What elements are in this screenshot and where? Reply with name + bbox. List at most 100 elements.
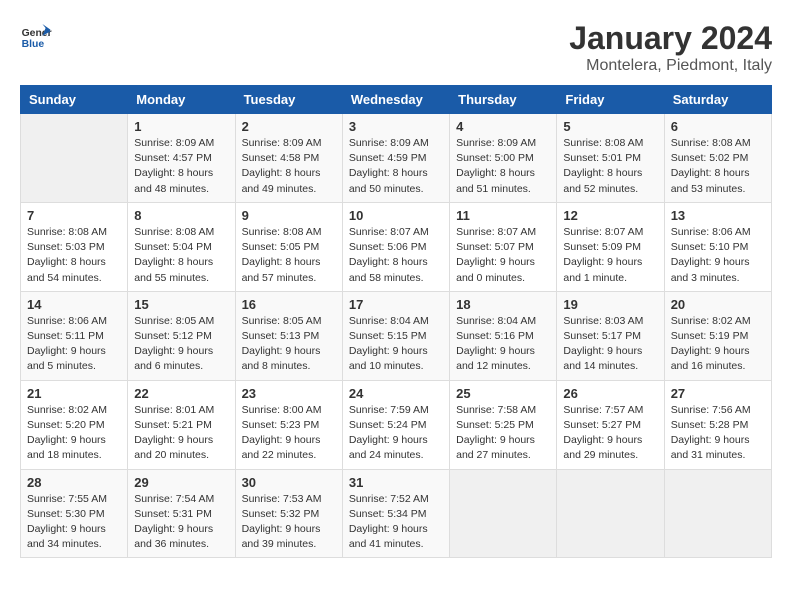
calendar-day: 10Sunrise: 8:07 AMSunset: 5:06 PMDayligh…	[342, 202, 449, 291]
calendar-day: 24Sunrise: 7:59 AMSunset: 5:24 PMDayligh…	[342, 380, 449, 469]
day-number: 12	[563, 208, 657, 223]
calendar-week-1: 1 Sunrise: 8:09 AMSunset: 4:57 PMDaylight…	[21, 114, 772, 203]
day-detail: Sunrise: 8:04 AMSunset: 5:15 PMDaylight:…	[349, 314, 443, 375]
calendar-day: 8 Sunrise: 8:08 AMSunset: 5:04 PMDaylight…	[128, 202, 235, 291]
day-number: 15	[134, 297, 228, 312]
day-number: 9	[242, 208, 336, 223]
day-detail: Sunrise: 8:06 AMSunset: 5:11 PMDaylight:…	[27, 314, 121, 375]
day-number: 28	[27, 475, 121, 490]
calendar-day	[21, 114, 128, 203]
day-number: 6	[671, 119, 765, 134]
day-detail: Sunrise: 7:58 AMSunset: 5:25 PMDaylight:…	[456, 403, 550, 464]
day-detail: Sunrise: 8:00 AMSunset: 5:23 PMDaylight:…	[242, 403, 336, 464]
day-number: 26	[563, 386, 657, 401]
day-detail: Sunrise: 8:08 AMSunset: 5:04 PMDaylight:…	[134, 225, 228, 286]
calendar-day: 21Sunrise: 8:02 AMSunset: 5:20 PMDayligh…	[21, 380, 128, 469]
header-day-monday: Monday	[128, 86, 235, 114]
day-number: 4	[456, 119, 550, 134]
day-number: 16	[242, 297, 336, 312]
calendar-week-4: 21Sunrise: 8:02 AMSunset: 5:20 PMDayligh…	[21, 380, 772, 469]
day-number: 19	[563, 297, 657, 312]
day-number: 5	[563, 119, 657, 134]
day-number: 20	[671, 297, 765, 312]
day-detail: Sunrise: 8:05 AMSunset: 5:13 PMDaylight:…	[242, 314, 336, 375]
day-number: 17	[349, 297, 443, 312]
day-detail: Sunrise: 8:08 AMSunset: 5:01 PMDaylight:…	[563, 136, 657, 197]
calendar-day	[450, 469, 557, 558]
day-detail: Sunrise: 8:05 AMSunset: 5:12 PMDaylight:…	[134, 314, 228, 375]
page-header: General Blue January 2024 Montelera, Pie…	[20, 20, 772, 75]
day-detail: Sunrise: 8:02 AMSunset: 5:19 PMDaylight:…	[671, 314, 765, 375]
calendar-day: 1 Sunrise: 8:09 AMSunset: 4:57 PMDaylight…	[128, 114, 235, 203]
header-day-saturday: Saturday	[664, 86, 771, 114]
day-number: 27	[671, 386, 765, 401]
calendar-day: 12 Sunrise: 8:07 AMSunset: 5:09 PMDayligh…	[557, 202, 664, 291]
day-number: 3	[349, 119, 443, 134]
day-number: 18	[456, 297, 550, 312]
calendar-day: 6 Sunrise: 8:08 AMSunset: 5:02 PMDaylight…	[664, 114, 771, 203]
day-detail: Sunrise: 8:07 AMSunset: 5:07 PMDaylight:…	[456, 225, 550, 286]
logo-icon: General Blue	[20, 20, 52, 52]
calendar-day: 2 Sunrise: 8:09 AMSunset: 4:58 PMDaylight…	[235, 114, 342, 203]
day-number: 14	[27, 297, 121, 312]
day-number: 13	[671, 208, 765, 223]
calendar-day: 3Sunrise: 8:09 AMSunset: 4:59 PMDaylight…	[342, 114, 449, 203]
calendar-day: 4 Sunrise: 8:09 AMSunset: 5:00 PMDaylight…	[450, 114, 557, 203]
header-day-thursday: Thursday	[450, 86, 557, 114]
day-detail: Sunrise: 8:01 AMSunset: 5:21 PMDaylight:…	[134, 403, 228, 464]
header-day-wednesday: Wednesday	[342, 86, 449, 114]
day-detail: Sunrise: 8:08 AMSunset: 5:05 PMDaylight:…	[242, 225, 336, 286]
header-day-friday: Friday	[557, 86, 664, 114]
day-detail: Sunrise: 7:57 AMSunset: 5:27 PMDaylight:…	[563, 403, 657, 464]
day-number: 31	[349, 475, 443, 490]
calendar-day: 11 Sunrise: 8:07 AMSunset: 5:07 PMDayligh…	[450, 202, 557, 291]
calendar-day: 27 Sunrise: 7:56 AMSunset: 5:28 PMDayligh…	[664, 380, 771, 469]
calendar-day: 14 Sunrise: 8:06 AMSunset: 5:11 PMDayligh…	[21, 291, 128, 380]
day-number: 10	[349, 208, 443, 223]
calendar-day: 22Sunrise: 8:01 AMSunset: 5:21 PMDayligh…	[128, 380, 235, 469]
day-number: 2	[242, 119, 336, 134]
calendar-day: 18Sunrise: 8:04 AMSunset: 5:16 PMDayligh…	[450, 291, 557, 380]
day-detail: Sunrise: 8:09 AMSunset: 4:58 PMDaylight:…	[242, 136, 336, 197]
day-detail: Sunrise: 7:56 AMSunset: 5:28 PMDaylight:…	[671, 403, 765, 464]
calendar-day: 16 Sunrise: 8:05 AMSunset: 5:13 PMDayligh…	[235, 291, 342, 380]
day-detail: Sunrise: 7:55 AMSunset: 5:30 PMDaylight:…	[27, 492, 121, 553]
day-detail: Sunrise: 7:54 AMSunset: 5:31 PMDaylight:…	[134, 492, 228, 553]
calendar-week-3: 14 Sunrise: 8:06 AMSunset: 5:11 PMDayligh…	[21, 291, 772, 380]
day-detail: Sunrise: 8:09 AMSunset: 5:00 PMDaylight:…	[456, 136, 550, 197]
calendar-day: 5 Sunrise: 8:08 AMSunset: 5:01 PMDaylight…	[557, 114, 664, 203]
day-detail: Sunrise: 7:52 AMSunset: 5:34 PMDaylight:…	[349, 492, 443, 553]
calendar-table: SundayMondayTuesdayWednesdayThursdayFrid…	[20, 85, 772, 558]
day-detail: Sunrise: 8:08 AMSunset: 5:02 PMDaylight:…	[671, 136, 765, 197]
calendar-day: 9 Sunrise: 8:08 AMSunset: 5:05 PMDaylight…	[235, 202, 342, 291]
calendar-header-row: SundayMondayTuesdayWednesdayThursdayFrid…	[21, 86, 772, 114]
day-detail: Sunrise: 8:02 AMSunset: 5:20 PMDaylight:…	[27, 403, 121, 464]
day-detail: Sunrise: 8:09 AMSunset: 4:57 PMDaylight:…	[134, 136, 228, 197]
day-number: 29	[134, 475, 228, 490]
day-number: 24	[349, 386, 443, 401]
day-detail: Sunrise: 8:07 AMSunset: 5:09 PMDaylight:…	[563, 225, 657, 286]
calendar-day: 23 Sunrise: 8:00 AMSunset: 5:23 PMDayligh…	[235, 380, 342, 469]
calendar-day	[557, 469, 664, 558]
calendar-day: 28 Sunrise: 7:55 AMSunset: 5:30 PMDayligh…	[21, 469, 128, 558]
header-day-sunday: Sunday	[21, 86, 128, 114]
calendar-day: 25 Sunrise: 7:58 AMSunset: 5:25 PMDayligh…	[450, 380, 557, 469]
calendar-week-5: 28 Sunrise: 7:55 AMSunset: 5:30 PMDayligh…	[21, 469, 772, 558]
calendar-day: 30Sunrise: 7:53 AMSunset: 5:32 PMDayligh…	[235, 469, 342, 558]
header-day-tuesday: Tuesday	[235, 86, 342, 114]
calendar-subtitle: Montelera, Piedmont, Italy	[569, 57, 772, 75]
day-number: 1	[134, 119, 228, 134]
day-number: 11	[456, 208, 550, 223]
day-number: 8	[134, 208, 228, 223]
day-detail: Sunrise: 8:08 AMSunset: 5:03 PMDaylight:…	[27, 225, 121, 286]
calendar-day: 26 Sunrise: 7:57 AMSunset: 5:27 PMDayligh…	[557, 380, 664, 469]
day-number: 7	[27, 208, 121, 223]
day-number: 25	[456, 386, 550, 401]
calendar-day: 13Sunrise: 8:06 AMSunset: 5:10 PMDayligh…	[664, 202, 771, 291]
calendar-day: 17 Sunrise: 8:04 AMSunset: 5:15 PMDayligh…	[342, 291, 449, 380]
calendar-day: 29 Sunrise: 7:54 AMSunset: 5:31 PMDayligh…	[128, 469, 235, 558]
calendar-day: 20 Sunrise: 8:02 AMSunset: 5:19 PMDayligh…	[664, 291, 771, 380]
calendar-title: January 2024	[569, 20, 772, 57]
day-detail: Sunrise: 8:03 AMSunset: 5:17 PMDaylight:…	[563, 314, 657, 375]
day-number: 23	[242, 386, 336, 401]
